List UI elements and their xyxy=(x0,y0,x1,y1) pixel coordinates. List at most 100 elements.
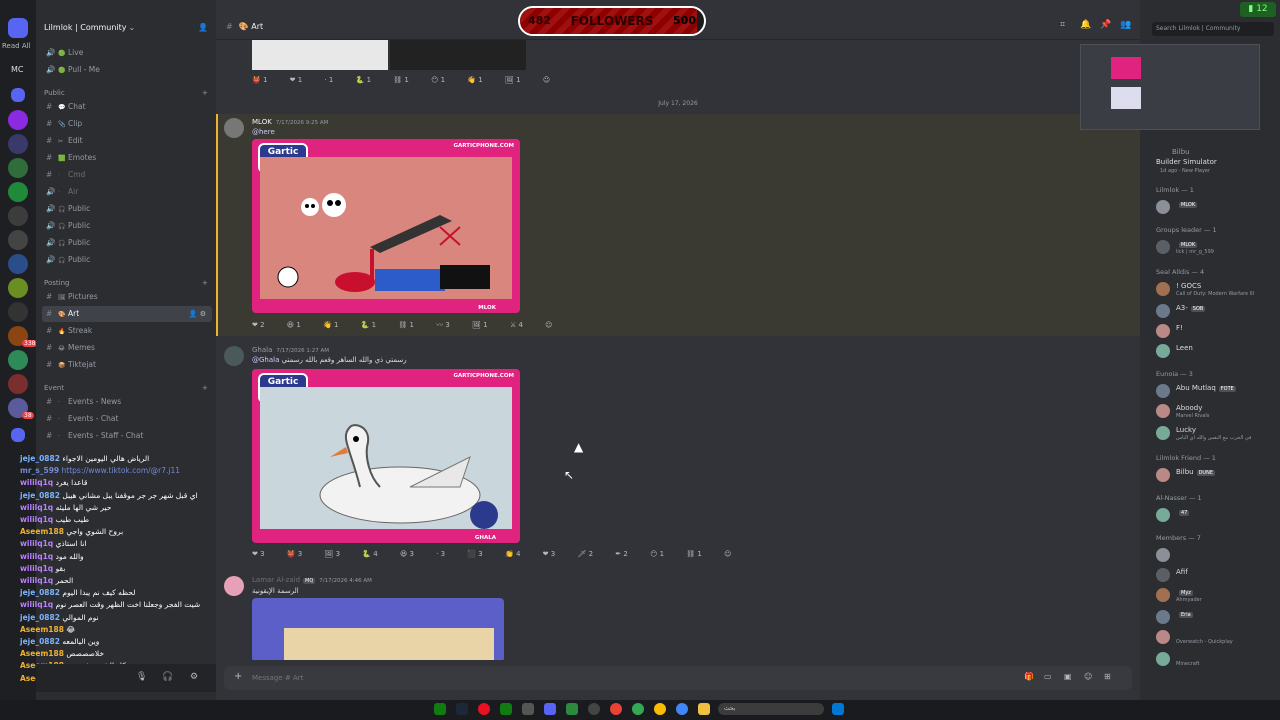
user-mention[interactable]: @Ghala xyxy=(252,356,279,364)
server-icon[interactable] xyxy=(8,374,28,394)
server-icon[interactable] xyxy=(8,350,28,370)
add-reaction-icon[interactable]: ☺ xyxy=(724,550,731,558)
channel-emotes[interactable]: # 🟩 Emotes xyxy=(42,150,212,166)
xbox-icon[interactable] xyxy=(434,703,446,715)
reaction[interactable]: 😶 1 xyxy=(650,550,674,558)
discord-icon[interactable] xyxy=(544,703,556,715)
taskbar-search[interactable]: بحث xyxy=(718,703,824,715)
chrome-icon[interactable] xyxy=(632,703,644,715)
message-author[interactable]: MLOK 7/17/2026 9:25 AM xyxy=(252,118,328,126)
channel-clip[interactable]: # 📎 Clip xyxy=(42,116,212,132)
microphone-icon[interactable]: 🎙 xyxy=(136,672,147,682)
reaction[interactable]: ✒ 2 xyxy=(615,550,638,558)
voice-public-4[interactable]: 🔊 🎧 Public xyxy=(42,252,212,268)
channel-chat[interactable]: # 💬 Chat xyxy=(42,99,212,115)
author-name[interactable]: Lamar Al-zaid xyxy=(252,576,300,584)
reaction[interactable]: ⛓ 1 xyxy=(393,76,419,84)
reaction[interactable]: 😆 1 xyxy=(287,321,311,329)
headphones-icon[interactable]: 🎧 xyxy=(162,672,173,682)
server-icon[interactable] xyxy=(8,158,28,178)
reaction[interactable]: ❤ 3 xyxy=(543,550,566,558)
reaction[interactable]: 😆 3 xyxy=(400,550,424,558)
reaction[interactable]: 🐍 1 xyxy=(361,321,386,329)
gartic-image[interactable]: Gartic PHONE GARTICPHONE.COM GHALA xyxy=(252,369,520,543)
server-icon[interactable] xyxy=(8,302,28,322)
xbox-app-icon[interactable] xyxy=(500,703,512,715)
server-icon[interactable] xyxy=(11,88,25,102)
settings-icon[interactable] xyxy=(522,703,534,715)
server-icon[interactable] xyxy=(8,134,28,154)
previous-attachment[interactable] xyxy=(390,40,526,70)
chrome-icon[interactable] xyxy=(676,703,688,715)
server-icon[interactable] xyxy=(8,182,28,202)
channel-streak[interactable]: # 🔥 Streak xyxy=(42,323,212,339)
add-reaction-icon[interactable]: ☺ xyxy=(545,321,552,329)
attach-plus-icon[interactable]: + xyxy=(234,671,242,682)
author-name[interactable]: Ghala xyxy=(252,346,272,354)
reaction[interactable]: 〰 3 xyxy=(436,320,460,330)
server-icon[interactable] xyxy=(8,110,28,130)
server-icon[interactable] xyxy=(8,278,28,298)
steam-icon[interactable] xyxy=(456,703,468,715)
category-public[interactable]: Public + xyxy=(44,89,208,97)
bell-icon[interactable]: 🔔 xyxy=(1080,20,1100,30)
message-input[interactable] xyxy=(252,672,852,684)
home-button[interactable] xyxy=(8,18,28,38)
threads-icon[interactable]: ⌗ xyxy=(1060,20,1080,30)
message-author[interactable]: Lamar Al-zaid MQ 7/17/2026 4:46 AM xyxy=(252,576,372,584)
reaction[interactable]: 👋 1 xyxy=(323,321,348,329)
channel-live[interactable]: 🔊 🟢 Live xyxy=(42,45,212,61)
reaction[interactable]: 👹 1 xyxy=(252,76,277,84)
server-icon[interactable] xyxy=(11,428,25,442)
message-author[interactable]: Ghala 7/17/2026 1:27 AM xyxy=(252,346,329,354)
voice-public-1[interactable]: 🔊 🎧 Public xyxy=(42,201,212,217)
sticker-icon[interactable]: ▣ xyxy=(1064,672,1084,681)
avatar[interactable] xyxy=(224,346,244,366)
search-input[interactable]: Search Lilmlok | Community xyxy=(1152,22,1274,36)
reaction[interactable]: 🐍 4 xyxy=(362,550,387,558)
add-channel-icon[interactable]: + xyxy=(202,279,208,287)
add-reaction-icon[interactable]: ☺ xyxy=(543,76,550,84)
author-name[interactable]: MLOK xyxy=(252,118,272,126)
add-channel-icon[interactable]: + xyxy=(202,384,208,392)
voice-public-3[interactable]: 🔊 🎧 Public xyxy=(42,235,212,251)
reaction[interactable]: 🗡 2 xyxy=(577,550,603,558)
folder-icon[interactable] xyxy=(698,703,710,715)
reaction[interactable]: ⛓ 1 xyxy=(686,550,712,558)
reaction[interactable]: 🖼 3 xyxy=(324,550,350,558)
reaction[interactable]: · 3 xyxy=(436,550,455,558)
chrome-icon[interactable] xyxy=(610,703,622,715)
gift-icon[interactable]: 🎁 xyxy=(1024,672,1044,681)
channel-art[interactable]: # 🎨 Art 👤 ⚙ xyxy=(42,306,212,322)
reaction[interactable]: 👹 3 xyxy=(287,550,312,558)
server-icon[interactable] xyxy=(8,230,28,250)
chrome-icon[interactable] xyxy=(654,703,666,715)
channel-events-chat[interactable]: # · Events - Chat xyxy=(42,411,212,427)
server-icon[interactable] xyxy=(8,254,28,274)
reaction[interactable]: ❤ 2 xyxy=(252,321,275,329)
voice-public-2[interactable]: 🔊 🎧 Public xyxy=(42,218,212,234)
reaction[interactable]: 🖼 1 xyxy=(472,321,498,329)
image-attachment[interactable] xyxy=(252,598,504,660)
app-icon[interactable] xyxy=(588,703,600,715)
reaction[interactable]: ❤ 1 xyxy=(290,76,313,84)
gartic-image[interactable]: Gartic PHONE GARTICPHONE.COM MLOK xyxy=(252,139,520,313)
windows-start-icon[interactable] xyxy=(832,703,844,715)
obs-icon[interactable] xyxy=(566,703,578,715)
read-all-button[interactable]: Read All xyxy=(2,42,31,50)
reaction[interactable]: 😶 1 xyxy=(431,76,455,84)
category-posting[interactable]: Posting + xyxy=(44,279,208,287)
record-icon[interactable] xyxy=(478,703,490,715)
category-event[interactable]: Event + xyxy=(44,384,208,392)
members-icon[interactable]: 👥 xyxy=(1120,20,1140,30)
gif-icon[interactable]: ▭ xyxy=(1044,672,1064,681)
gear-icon[interactable]: ⚙ xyxy=(190,672,198,682)
reaction[interactable]: · 1 xyxy=(324,76,343,84)
channel-air[interactable]: 🔊 · Air xyxy=(42,184,212,200)
reaction[interactable]: ⬛ 3 xyxy=(467,550,492,558)
channel-pull-me[interactable]: 🔊 🟢 Pull - Me xyxy=(42,62,212,78)
channel-tiktejat[interactable]: # 📦 Tiktejat xyxy=(42,357,212,373)
channel-pictures[interactable]: # 🖼 Pictures xyxy=(42,289,212,305)
emoji-icon[interactable]: ☺ xyxy=(1084,672,1104,681)
reaction[interactable]: ❤ 3 xyxy=(252,550,275,558)
